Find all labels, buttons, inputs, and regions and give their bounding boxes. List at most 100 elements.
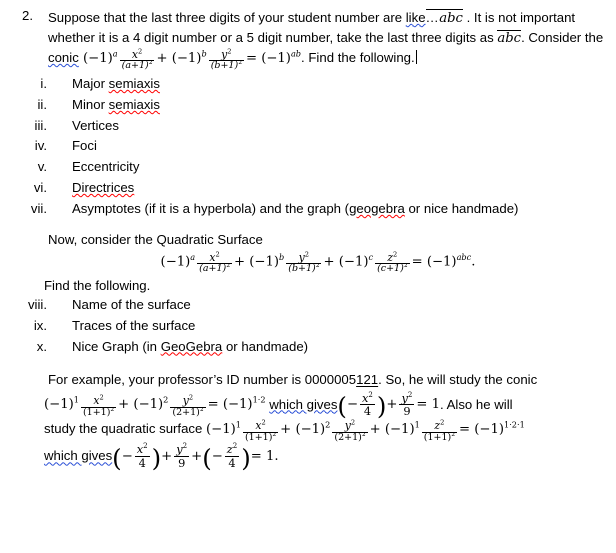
ex-gives-fraction-2: y2 9	[399, 389, 415, 418]
abc-overline-2: abc	[497, 30, 522, 47]
conic-fraction-2: y2 (b+1)2	[208, 48, 244, 72]
conic-term2-base: (−1)	[171, 51, 202, 67]
surface-operator-1: +	[234, 254, 246, 270]
ex-surf-t3-exp: 1	[414, 420, 420, 431]
text-cursor-caret	[415, 50, 417, 65]
question-2-intro-paragraph: Suppose that the last three digits of yo…	[48, 8, 616, 72]
conic-term1-exponent: a	[112, 48, 118, 59]
example-surface-equation: (−1)1 x2 (1+1)2 + (−1)2 y2 (2+1)2 + (−1)1 z2 (1+…	[206, 418, 525, 442]
surface-term2-base: (−1)	[249, 254, 279, 270]
document-page: 2. Suppose that the last three digits of…	[0, 8, 616, 553]
list-marker: vi.	[33, 180, 47, 196]
list-item-label: Major semiaxis	[72, 76, 160, 91]
ex-conic-t2-exp: 2	[163, 395, 169, 406]
ex-gives-frac2-num: y2	[399, 389, 414, 404]
ex-gives-frac1-num: x2	[360, 389, 375, 404]
list-marker: viii.	[27, 296, 47, 312]
ex-conic-rhs-base: (−1)	[222, 397, 253, 413]
ex-conic-frac2-num-exp: 2	[188, 393, 194, 402]
dots-abc-overline: …abc	[425, 9, 463, 26]
ex-gs-minus2: −	[211, 449, 223, 465]
list-item: ii. Minor semiaxis	[0, 95, 616, 116]
list-item-label: Traces of the surface	[72, 317, 196, 333]
surface-frac1-numerator: x2	[197, 250, 232, 264]
ex-gives-tail: . Also he will	[440, 396, 513, 412]
ex-surf-frac2-den: (2+1)2	[332, 432, 368, 444]
example-conic-equation: (−1)1 x2 (1+1)2 + (−1)2 y2 (2+1)2 = (−1)1·2	[44, 393, 266, 417]
surface-equals-sign: =	[411, 254, 423, 270]
ex-conic-frac1-num-exp: 2	[99, 393, 104, 402]
list-item-label-text: Asymptotes (if it is a hyperbola) and th…	[72, 200, 350, 216]
surface-frac3-num-exp: 2	[393, 250, 398, 259]
list-item-label-text: Nice Graph (in	[72, 338, 161, 354]
surface-frac2-denominator: (b+1)2	[286, 263, 322, 275]
ex-surf-op1: +	[280, 422, 292, 438]
word-like-grammar-flag: like	[405, 10, 426, 25]
ex-gives-equals: = 1	[416, 397, 441, 413]
surface-fraction-3: z2 (c+1)2	[375, 250, 410, 275]
example-surface-lead: study the quadratic surface	[44, 421, 203, 437]
ex-surf-fraction-3: z2 (1+1)2	[421, 419, 458, 443]
list-item: ix. Traces of the surface	[0, 316, 616, 337]
ex-surf-t2-base: (−1)	[295, 422, 326, 438]
ex-gs-frac1-num: x2	[135, 441, 150, 456]
surface-intro-text: Now, consider the Quadratic Surface	[48, 231, 263, 247]
surface-intro-paragraph: Now, consider the Quadratic Surface	[0, 232, 616, 247]
ex-conic-frac2-den-exp: 2	[199, 406, 204, 413]
ex-surf-frac3-num: z2	[422, 419, 457, 432]
ex-conic-frac1-den-val: (1+1)	[82, 406, 111, 418]
ex-gs-frac2-den: 9	[174, 455, 190, 470]
conic-frac1-den-exp: 2	[148, 60, 153, 67]
ex-conic-t2-base: (−1)	[133, 397, 164, 413]
conic-equation-inline: (−1)a x2 (a+1)2 + (−1)b y2 (b+1)2 = (−1)ab	[79, 48, 301, 71]
surface-rhs-exponent: abc	[456, 251, 472, 262]
surface-term1-exponent: a	[190, 251, 196, 262]
conic-frac2-numerator: y2	[209, 48, 244, 61]
ex-surf-frac3-den-val: (1+1)	[423, 431, 452, 443]
close-paren-glyph: )	[376, 392, 387, 422]
ex-gs-fraction-1: x2 4	[134, 441, 150, 469]
ex-surf-frac1-num-exp: 2	[261, 418, 266, 427]
open-paren-glyph: (	[112, 443, 122, 473]
list-item-misspelled-word: semiaxis	[108, 76, 160, 92]
find-following-paragraph: Find the following.	[0, 278, 616, 293]
ex-gs-frac3-num: z2	[225, 441, 239, 456]
ex-gives-frac1-den: 4	[360, 403, 375, 418]
surface-frac2-num-exp: 2	[304, 250, 310, 259]
ex-gives-frac2-num-exp: 2	[407, 389, 413, 399]
list-item-misspelled-word: geogebra	[349, 200, 405, 216]
list-item-label: Directrices	[72, 180, 135, 196]
surface-fraction-2: y2 (b+1)2	[286, 250, 322, 275]
ex-surf-frac1-den: (1+1)2	[242, 432, 279, 444]
list-item-label: Asymptotes (if it is a hyperbola) and th…	[72, 201, 518, 216]
ex-surf-t1-exp: 1	[235, 420, 241, 431]
ex-gs-frac1-num-exp: 2	[143, 441, 148, 451]
ex-conic-t1-base: (−1)	[44, 397, 74, 413]
ex-gs-fraction-2: y2 9	[174, 443, 190, 470]
ex-surf-frac1-num: x2	[243, 418, 278, 432]
surface-frac1-num-exp: 2	[215, 250, 220, 259]
list-marker: x.	[36, 338, 47, 354]
list-marker: ix.	[33, 317, 47, 333]
list-item-label-tail: or nice handmade)	[404, 200, 519, 216]
ex-gs-frac3-den: 4	[224, 455, 240, 470]
open-paren-glyph: (	[202, 443, 212, 473]
surface-fraction-1: x2 (a+1)2	[197, 250, 232, 275]
list-item: v. Eccentricity	[0, 157, 616, 178]
list-marker: v.	[37, 159, 47, 175]
ex-surf-op2: +	[369, 422, 381, 438]
ex-surf-frac3-den-exp: 2	[451, 431, 456, 438]
find-following-text: Find the following.	[44, 277, 151, 293]
ex-gives-frac1-num-exp: 2	[368, 389, 373, 399]
ex-gs-frac3-num-exp: 2	[232, 441, 238, 451]
ex-surf-rhs-base: (−1)	[474, 422, 505, 438]
conic-frac2-den-var: (b+1)	[210, 60, 239, 72]
example-final-line: which gives(− x2 4)+ y2 9 +(− z2 4)= 1.	[0, 441, 616, 471]
intro-text-part-4: . Find the following.	[301, 50, 415, 66]
surface-term3-exponent: c	[368, 251, 374, 262]
list-item: i. Major semiaxis	[0, 74, 616, 95]
word-conic-grammar-flag: conic	[48, 50, 79, 66]
conic-frac1-denominator: (a+1)2	[119, 60, 155, 72]
list-item-label: Minor semiaxis	[72, 97, 160, 112]
